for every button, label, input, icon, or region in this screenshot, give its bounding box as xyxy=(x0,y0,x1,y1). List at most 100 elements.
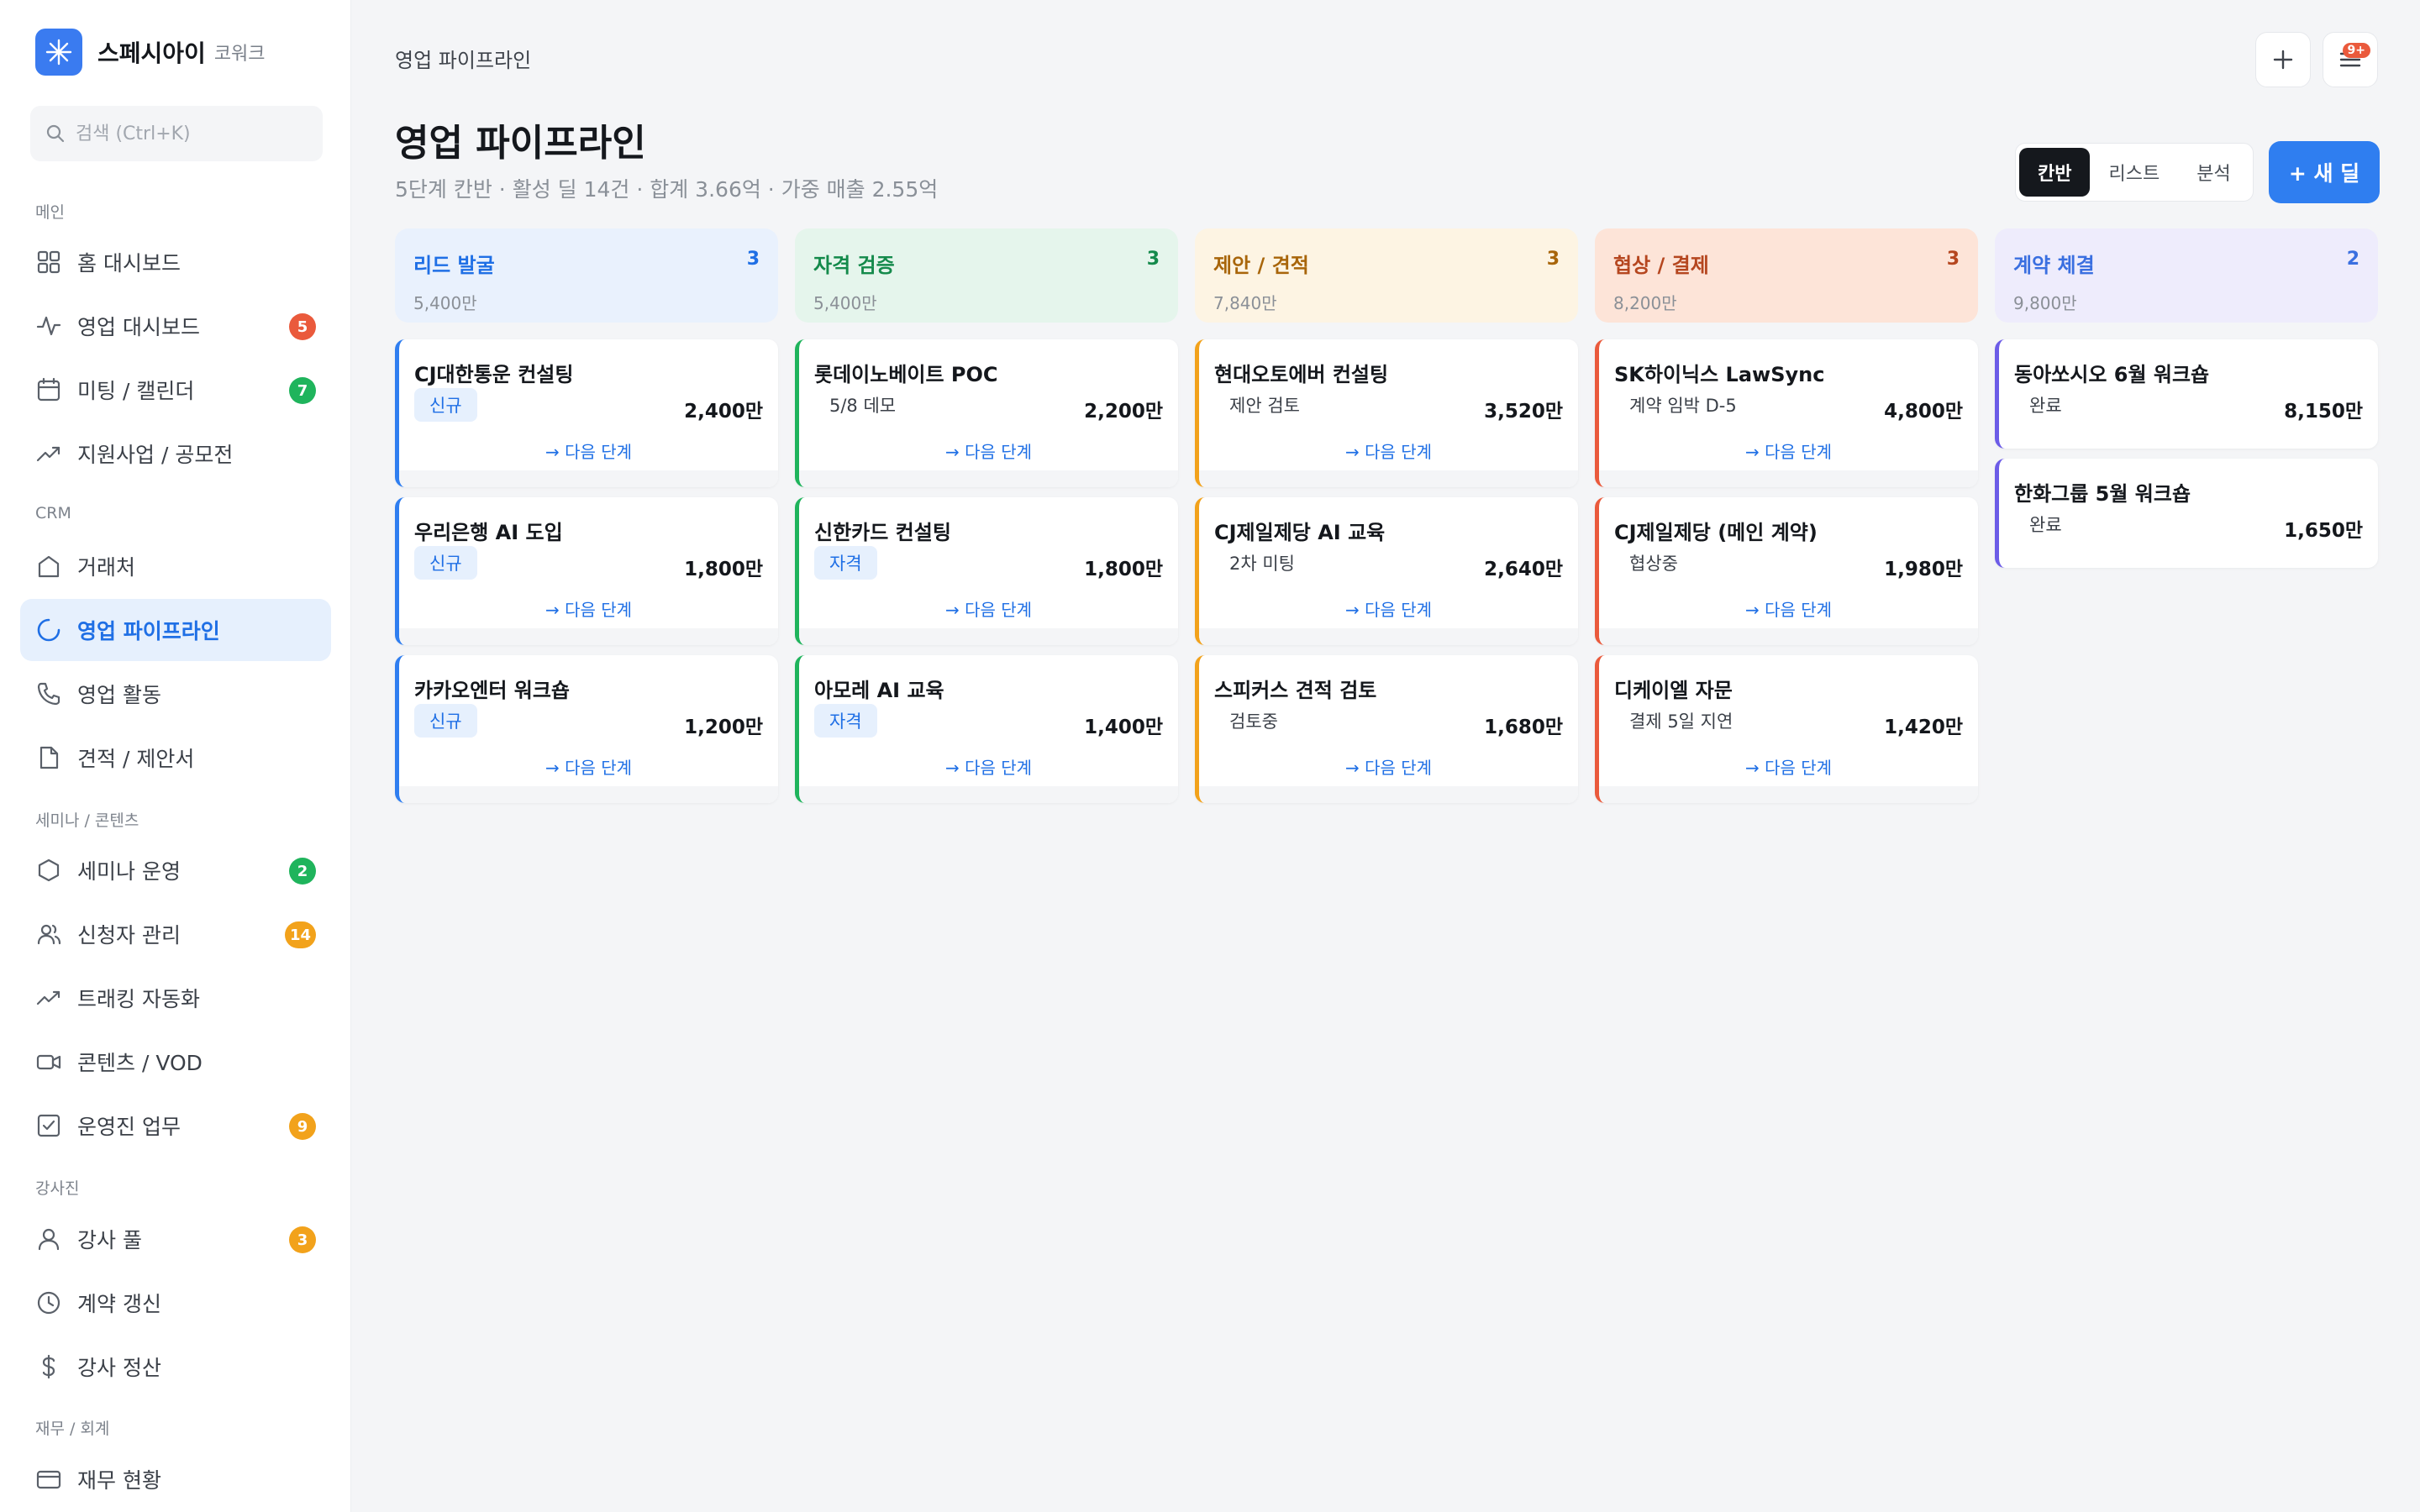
deal-card[interactable]: 아모레 AI 교육 자격 1,400만 → 다음 단계 xyxy=(795,655,1178,803)
sidebar-item-clients[interactable]: 거래처 xyxy=(20,535,331,597)
next-stage-link[interactable]: → 다음 단계 xyxy=(399,754,778,779)
deal-amount: 2,200만 xyxy=(1084,401,1163,423)
column-total: 8,200만 xyxy=(1613,293,1677,313)
next-stage-link[interactable]: → 다음 단계 xyxy=(799,596,1178,621)
deal-card[interactable]: 신한카드 컨설팅 자격 1,800만 → 다음 단계 xyxy=(795,497,1178,645)
sidebar-item-label: 신청자 관리 xyxy=(77,923,181,948)
calendar-icon xyxy=(35,376,62,403)
sidebar-item-label: 지원사업 / 공모전 xyxy=(77,443,234,467)
sidebar-item-instructor-settlement[interactable]: 강사 정산 xyxy=(20,1336,331,1398)
next-stage-link[interactable]: → 다음 단계 xyxy=(1199,438,1578,463)
sidebar-item-home-dashboard[interactable]: 홈 대시보드 xyxy=(20,231,331,293)
sidebar-item-quotes[interactable]: 견적 / 제안서 xyxy=(20,727,331,789)
card-footer xyxy=(1599,470,1978,487)
deal-card[interactable]: 현대오토에버 컨설팅 제안 검토 3,520만 → 다음 단계 xyxy=(1195,339,1578,487)
card-icon xyxy=(35,1466,62,1493)
deal-tag: 제안 검토 xyxy=(1229,396,1300,416)
sidebar: 스페시아이 코워크 메인 CRM 세미나 / 콘텐츠 강사진 재무 / 회계 홈… xyxy=(0,0,351,1512)
deal-card[interactable]: SK하이닉스 LawSync 계약 임박 D-5 4,800만 → 다음 단계 xyxy=(1595,339,1978,487)
next-stage-link[interactable]: → 다음 단계 xyxy=(1599,754,1978,779)
sidebar-item-sales-dashboard[interactable]: 영업 대시보드 5 xyxy=(20,295,331,357)
next-stage-link[interactable]: → 다음 단계 xyxy=(1599,438,1978,463)
next-stage-link[interactable]: → 다음 단계 xyxy=(799,754,1178,779)
activity-icon xyxy=(35,312,62,339)
deal-card[interactable]: 동아쏘시오 6월 워크숍 완료 8,150만 xyxy=(1995,339,2378,449)
column-name: 자격 검증 xyxy=(813,254,895,277)
sidebar-item-finance-status[interactable]: 재무 현황 xyxy=(20,1448,331,1510)
deal-title: 신한카드 컨설팅 xyxy=(814,521,951,544)
deal-card[interactable]: CJ제일제당 (메인 계약) 협상중 1,980만 → 다음 단계 xyxy=(1595,497,1978,645)
card-footer xyxy=(399,470,778,487)
sidebar-item-staff-tasks[interactable]: 운영진 업무 9 xyxy=(20,1095,331,1157)
dollar-icon xyxy=(35,1353,62,1380)
page-title: 영업 파이프라인 xyxy=(395,122,646,165)
card-footer xyxy=(1199,786,1578,803)
deal-tag: 완료 xyxy=(2029,515,2062,535)
notification-badge: 9+ xyxy=(2342,43,2370,58)
file-icon xyxy=(35,744,62,771)
card-footer xyxy=(1199,470,1578,487)
sidebar-item-label: 강사 정산 xyxy=(77,1356,161,1380)
deal-card[interactable]: CJ대한통운 컨설팅 신규 2,400만 → 다음 단계 xyxy=(395,339,778,487)
video-icon xyxy=(35,1048,62,1075)
next-stage-link[interactable]: → 다음 단계 xyxy=(399,596,778,621)
sidebar-item-label: 운영진 업무 xyxy=(77,1115,181,1139)
notification-badge: 7 xyxy=(289,377,316,404)
deal-tag: 신규 xyxy=(414,388,477,422)
next-stage-link[interactable]: → 다음 단계 xyxy=(399,438,778,463)
tab-kanban[interactable]: 칸반 xyxy=(2019,148,2091,197)
next-stage-link[interactable]: → 다음 단계 xyxy=(799,438,1178,463)
sidebar-item-label: 트래킹 자동화 xyxy=(77,987,200,1011)
add-button[interactable] xyxy=(2255,32,2311,87)
sidebar-item-applicants[interactable]: 신청자 관리 14 xyxy=(20,903,331,965)
deal-card[interactable]: 한화그룹 5월 워크숍 완료 1,650만 xyxy=(1995,459,2378,568)
deal-title: 롯데이노베이트 POC xyxy=(814,363,998,386)
next-stage-link[interactable]: → 다음 단계 xyxy=(1199,754,1578,779)
deal-card[interactable]: 스피커스 견적 검토 검토중 1,680만 → 다음 단계 xyxy=(1195,655,1578,803)
sidebar-item-sales-activity[interactable]: 영업 활동 xyxy=(20,663,331,725)
deal-card[interactable]: 카카오엔터 워크숍 신규 1,200만 → 다음 단계 xyxy=(395,655,778,803)
deal-amount: 1,420만 xyxy=(1884,717,1963,738)
deal-tag: 신규 xyxy=(414,546,477,580)
brand[interactable]: 스페시아이 코워크 xyxy=(35,29,266,76)
deal-card[interactable]: 우리은행 AI 도입 신규 1,800만 → 다음 단계 xyxy=(395,497,778,645)
deal-amount: 8,150만 xyxy=(2284,401,2363,423)
deal-card[interactable]: CJ제일제당 AI 교육 2차 미팅 2,640만 → 다음 단계 xyxy=(1195,497,1578,645)
kanban-column-negotiation: 협상 / 결제 3 8,200만 SK하이닉스 LawSync 계약 임박 D-… xyxy=(1595,228,1978,803)
deal-card[interactable]: 디케이엘 자문 결제 5일 지연 1,420만 → 다음 단계 xyxy=(1595,655,1978,803)
trending-icon xyxy=(35,984,62,1011)
section-main: 메인 xyxy=(35,203,65,222)
sidebar-item-label: 미팅 / 캘린더 xyxy=(77,379,195,403)
sidebar-item-content-vod[interactable]: 콘텐츠 / VOD xyxy=(20,1031,331,1093)
deal-title: 동아쏘시오 6월 워크숍 xyxy=(2014,363,2210,386)
sidebar-item-grants[interactable]: 지원사업 / 공모전 xyxy=(20,423,331,485)
building-icon xyxy=(35,553,62,580)
deal-title: 현대오토에버 컨설팅 xyxy=(1214,363,1389,386)
sidebar-item-seminar-ops[interactable]: 세미나 운영 2 xyxy=(20,839,331,901)
phone-icon xyxy=(35,680,62,707)
view-toggle: 칸반 리스트 분석 xyxy=(2015,143,2254,202)
column-header: 제안 / 견적 3 7,840만 xyxy=(1195,228,1578,323)
sidebar-item-meeting-calendar[interactable]: 미팅 / 캘린더 7 xyxy=(20,359,331,421)
next-stage-link[interactable]: → 다음 단계 xyxy=(1599,596,1978,621)
new-deal-button[interactable]: + 새 딜 xyxy=(2269,141,2380,203)
sidebar-item-tracking[interactable]: 트래킹 자동화 xyxy=(20,967,331,1029)
search-box[interactable] xyxy=(30,106,323,161)
deal-title: 우리은행 AI 도입 xyxy=(414,521,563,544)
sidebar-item-contract-renewal[interactable]: 계약 갱신 xyxy=(20,1272,331,1334)
column-header: 자격 검증 3 5,400만 xyxy=(795,228,1178,323)
section-seminar: 세미나 / 콘텐츠 xyxy=(35,811,139,830)
tab-list[interactable]: 리스트 xyxy=(2090,148,2178,197)
next-stage-link[interactable]: → 다음 단계 xyxy=(1199,596,1578,621)
search-input[interactable] xyxy=(76,123,311,144)
sidebar-item-sales-pipeline[interactable]: 영업 파이프라인 xyxy=(20,599,331,661)
sidebar-item-instructor-pool[interactable]: 강사 풀 3 xyxy=(20,1208,331,1270)
tab-analysis[interactable]: 분석 xyxy=(2178,148,2249,197)
column-name: 계약 체결 xyxy=(2013,254,2095,277)
column-total: 5,400만 xyxy=(813,293,877,313)
deal-amount: 3,520만 xyxy=(1484,401,1563,423)
deal-title: CJ제일제당 AI 교육 xyxy=(1214,521,1386,544)
notification-badge: 3 xyxy=(289,1226,316,1253)
notifications-button[interactable]: 9+ xyxy=(2323,32,2378,87)
deal-card[interactable]: 롯데이노베이트 POC 5/8 데모 2,200만 → 다음 단계 xyxy=(795,339,1178,487)
